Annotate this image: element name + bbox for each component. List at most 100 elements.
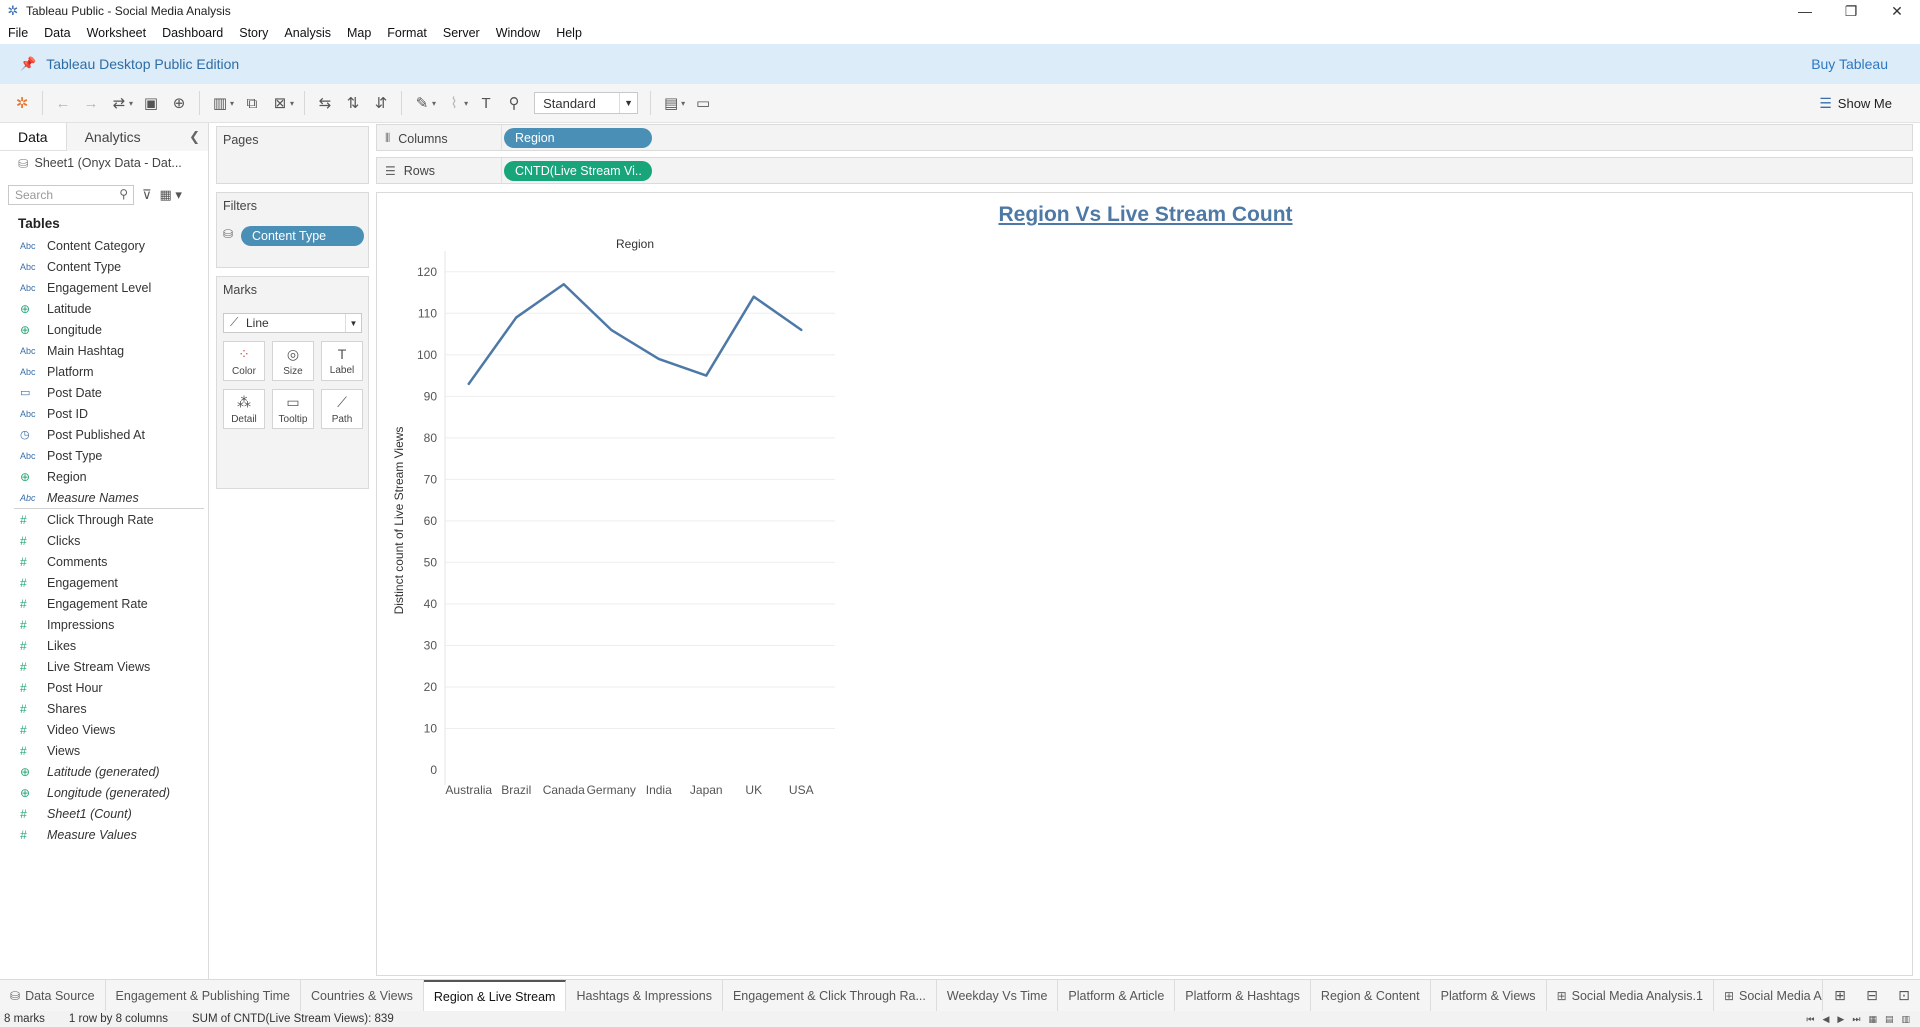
marks-path-button[interactable]: ⟋ Path [321, 389, 363, 429]
collapse-pane-icon[interactable]: ❮ [189, 129, 200, 145]
field-item[interactable]: # Post Hour [0, 677, 208, 698]
minimize-button[interactable]: — [1782, 3, 1828, 20]
new-datasource-icon[interactable]: ⊕ [165, 90, 193, 116]
fit-select[interactable]: Standard ▼ [534, 92, 639, 114]
swap-rows-columns-icon[interactable]: ⇆ [311, 90, 339, 116]
buy-tableau-link[interactable]: Buy Tableau [1811, 56, 1888, 72]
sheet-tab[interactable]: Weekday Vs Time [937, 980, 1059, 1011]
field-item[interactable]: # Engagement [0, 572, 208, 593]
redo-icon[interactable]: → [77, 90, 105, 116]
restore-button[interactable]: ❐ [1828, 3, 1874, 20]
prev-sheet-icon[interactable]: ◀ [1823, 1014, 1830, 1025]
menu-worksheet[interactable]: Worksheet [79, 26, 155, 40]
new-worksheet-tab-icon[interactable]: ⊞ [1824, 987, 1856, 1004]
sheet-tab[interactable]: ⊞ Social Media Analysis.1 [1547, 980, 1714, 1011]
show-mark-labels-icon[interactable]: T [472, 90, 500, 116]
sheet-tab[interactable]: Platform & Hashtags [1175, 980, 1311, 1011]
sheet-tab[interactable]: Region & Content [1311, 980, 1431, 1011]
sort-descending-icon[interactable]: ⇵ [367, 90, 395, 116]
columns-shelf[interactable]: ⦀ Columns Region [376, 124, 1913, 151]
sort-ascending-icon[interactable]: ⇅ [339, 90, 367, 116]
close-button[interactable]: ✕ [1874, 3, 1920, 20]
last-sheet-icon[interactable]: ⏭ [1852, 1014, 1860, 1025]
sheet-tab[interactable]: Engagement & Publishing Time [106, 980, 301, 1011]
tab-analytics[interactable]: Analytics [66, 122, 208, 151]
field-item[interactable]: # Live Stream Views [0, 656, 208, 677]
tab-data[interactable]: Data [0, 122, 67, 151]
field-item[interactable]: ◷ Post Published At [0, 424, 208, 445]
field-item[interactable]: ▭ Post Date [0, 382, 208, 403]
marks-size-button[interactable]: ◎ Size [272, 341, 314, 381]
menu-file[interactable]: File [0, 26, 36, 40]
field-item[interactable]: Abc Content Category [0, 235, 208, 256]
menu-story[interactable]: Story [231, 26, 276, 40]
show-filmstrip-icon[interactable]: ▦ [1868, 1014, 1877, 1025]
sheet-tab[interactable]: Platform & Views [1431, 980, 1547, 1011]
field-item[interactable]: ⊕ Longitude [0, 319, 208, 340]
menu-format[interactable]: Format [379, 26, 435, 40]
field-item[interactable]: # Click Through Rate [0, 509, 208, 530]
field-item[interactable]: Abc Content Type [0, 256, 208, 277]
tableau-home-icon[interactable]: ✲ [8, 90, 36, 116]
menu-data[interactable]: Data [36, 26, 78, 40]
duplicate-sheet-icon[interactable]: ⧉ [238, 90, 266, 116]
field-item[interactable]: # Clicks [0, 530, 208, 551]
field-item[interactable]: Abc Engagement Level [0, 277, 208, 298]
field-item[interactable]: ⊕ Longitude (generated) [0, 782, 208, 803]
marks-label-button[interactable]: T Label [321, 341, 363, 381]
fix-axes-icon[interactable]: ⚲ [500, 90, 528, 116]
sheet-tab[interactable]: ⛁ Data Source [0, 980, 106, 1011]
new-story-tab-icon[interactable]: ⊡ [1888, 987, 1920, 1004]
field-item[interactable]: # Video Views [0, 719, 208, 740]
sheet-tab[interactable]: Region & Live Stream [423, 980, 567, 1011]
next-sheet-icon[interactable]: ▶ [1837, 1014, 1844, 1025]
field-item[interactable]: Abc Post Type [0, 445, 208, 466]
filters-card[interactable]: Filters ⛁ Content Type [216, 192, 369, 268]
show-tabs-icon[interactable]: ▥ [1901, 1014, 1910, 1025]
view-options-icon[interactable]: ▦ ▾ [160, 187, 182, 203]
sheet-tab[interactable]: ⊞ Social Media Analysis [1714, 980, 1823, 1011]
columns-pill-region[interactable]: Region [504, 128, 652, 148]
menu-analysis[interactable]: Analysis [276, 26, 339, 40]
rows-shelf[interactable]: ☰ Rows CNTD(Live Stream Vi.. [376, 157, 1913, 184]
datasource-item[interactable]: ⛁ Sheet1 (Onyx Data - Dat... [0, 151, 208, 175]
first-sheet-icon[interactable]: ⏮ [1806, 1014, 1814, 1025]
marks-detail-button[interactable]: ⁂ Detail [223, 389, 265, 429]
search-input[interactable]: Search ⚲ [8, 185, 134, 205]
menu-window[interactable]: Window [488, 26, 548, 40]
field-item[interactable]: # Views [0, 740, 208, 761]
field-item[interactable]: # Shares [0, 698, 208, 719]
field-item[interactable]: Abc Post ID [0, 403, 208, 424]
save-icon[interactable]: ▣ [137, 90, 165, 116]
field-item[interactable]: # Likes [0, 635, 208, 656]
marks-color-button[interactable]: ⁘ Color [223, 341, 265, 381]
field-item[interactable]: # Impressions [0, 614, 208, 635]
field-item[interactable]: ⊕ Latitude (generated) [0, 761, 208, 782]
menu-dashboard[interactable]: Dashboard [154, 26, 231, 40]
marks-tooltip-button[interactable]: ▭ Tooltip [272, 389, 314, 429]
rows-pill-cntd-live-stream[interactable]: CNTD(Live Stream Vi.. [504, 161, 652, 181]
field-item[interactable]: # Sheet1 (Count) [0, 803, 208, 824]
field-item[interactable]: ⊕ Latitude [0, 298, 208, 319]
sheet-tab[interactable]: Hashtags & Impressions [566, 980, 723, 1011]
sheet-tab[interactable]: Engagement & Click Through Ra... [723, 980, 937, 1011]
presentation-mode-icon[interactable]: ▭ [689, 90, 717, 116]
field-item[interactable]: # Measure Values [0, 824, 208, 845]
field-item[interactable]: # Comments [0, 551, 208, 572]
field-item[interactable]: ⊕ Region [0, 466, 208, 487]
sheet-tab[interactable]: Countries & Views [301, 980, 424, 1011]
sheet-tab[interactable]: Platform & Article [1058, 980, 1176, 1011]
field-item[interactable]: Abc Platform [0, 361, 208, 382]
mark-type-select[interactable]: ⟋ Line ▼ [223, 313, 362, 333]
field-item[interactable]: # Engagement Rate [0, 593, 208, 614]
menu-help[interactable]: Help [548, 26, 590, 40]
field-item[interactable]: Abc Main Hashtag [0, 340, 208, 361]
filter-pill-content-type[interactable]: Content Type [241, 226, 364, 246]
show-me-button[interactable]: ☰ Show Me [1819, 95, 1892, 112]
menu-server[interactable]: Server [435, 26, 488, 40]
show-sheet-sorter-icon[interactable]: ▤ [1885, 1014, 1894, 1025]
undo-icon[interactable]: ← [49, 90, 77, 116]
new-dashboard-tab-icon[interactable]: ⊟ [1856, 987, 1888, 1004]
field-item[interactable]: Abc Measure Names [0, 487, 208, 508]
menu-map[interactable]: Map [339, 26, 379, 40]
